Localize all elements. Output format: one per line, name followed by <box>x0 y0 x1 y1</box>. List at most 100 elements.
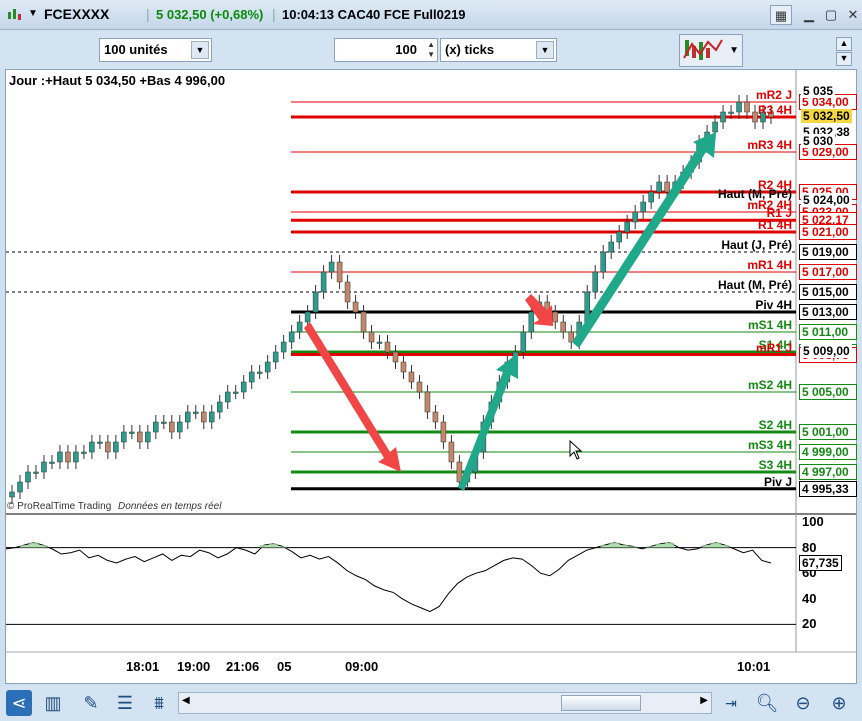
scroll-right-icon[interactable]: ▶ <box>700 695 708 706</box>
candle <box>560 321 567 333</box>
time-label: 19:00 <box>177 659 211 674</box>
zoom-auto-icon[interactable]: 🔍︎ <box>754 690 780 716</box>
candle <box>216 401 223 413</box>
candle <box>384 341 391 353</box>
candle <box>137 431 143 443</box>
symbol-dropdown-icon[interactable]: ▼ <box>28 8 38 19</box>
panel-scroll-down-icon[interactable]: ▼ <box>836 52 852 66</box>
grid-icon[interactable]: ▦ <box>770 5 792 25</box>
ticks-unit-value: (x) ticks <box>445 42 495 57</box>
overbought-fill <box>600 545 610 548</box>
scroll-thumb[interactable] <box>561 695 641 711</box>
candle <box>552 311 559 323</box>
time-label: 09:00 <box>345 659 379 674</box>
axis-price-label: 5 009,00 <box>801 344 852 358</box>
level-label: Piv 4H <box>755 298 792 312</box>
level-price-badge: 5 015,00 <box>799 284 857 300</box>
candle <box>272 351 279 363</box>
candle <box>129 431 135 434</box>
candle <box>33 471 39 474</box>
time-label: 21:06 <box>226 659 260 674</box>
overbought-fill <box>720 545 730 548</box>
chart-window: Jour :+Haut 5 034,50 +Bas 4 996,00 © Pro… <box>5 69 857 684</box>
indicator-tools-button[interactable]: ▼ <box>679 34 743 67</box>
candle <box>408 371 415 383</box>
toolbar: 100 unités ▼ 100 ▲ ▼ (x) ticks ▼ ▼ ▲ ▼ <box>0 31 862 69</box>
level-label: mR3 4H <box>747 138 792 152</box>
candle <box>632 211 638 223</box>
chevron-down-icon[interactable]: ▼ <box>536 41 554 59</box>
candle <box>280 341 287 353</box>
level-price-badge: 4 995,33 <box>799 480 857 497</box>
ticks-unit-select[interactable]: (x) ticks ▼ <box>440 38 557 62</box>
candle <box>17 481 23 493</box>
candle <box>113 441 119 453</box>
overbought-fill <box>646 546 656 548</box>
ticks-stepper[interactable]: 100 ▲ ▼ <box>334 38 438 62</box>
layout-icon[interactable]: ▥ <box>40 690 66 716</box>
level-price-badge: 4 999,00 <box>799 444 857 460</box>
close-icon[interactable]: ✕ <box>842 5 862 25</box>
time-label: 10:01 <box>737 659 771 674</box>
price-chart[interactable] <box>5 70 856 683</box>
candle <box>616 231 622 243</box>
level-price-badge: 5 011,00 <box>799 324 857 340</box>
axis-price-label: 5 030 <box>801 134 836 148</box>
level-price-badge: 5 021,00 <box>799 224 857 240</box>
axis-price-label: 5 035 <box>801 84 836 98</box>
level-label: mS3 4H <box>747 438 792 452</box>
level-label: mR1 J <box>755 340 792 355</box>
candle <box>600 251 606 273</box>
horizontal-scrollbar[interactable]: ◀ ▶ <box>178 692 712 714</box>
candle <box>73 451 79 463</box>
minimize-icon[interactable]: ▁ <box>798 5 820 25</box>
axis-price-label: 5 024,00 <box>801 193 852 207</box>
panel-scroll-up-icon[interactable]: ▲ <box>836 37 852 51</box>
source-label: © ProRealTime Trading Données en temps r… <box>7 501 222 512</box>
stepper-arrows-icon[interactable]: ▲ ▼ <box>427 40 435 60</box>
axis-price-label: 5 032,50 <box>801 109 852 123</box>
scroll-left-icon[interactable]: ◀ <box>182 695 190 706</box>
overbought-fill <box>628 546 638 548</box>
indicator-icon[interactable]: ⩩ <box>146 690 172 716</box>
candle <box>424 391 431 413</box>
level-label: R1 4H <box>757 218 792 232</box>
candle <box>240 381 247 393</box>
level-label: Haut (M, Pré) <box>717 278 792 292</box>
candle <box>592 271 598 293</box>
level-price-badge: 5 019,00 <box>799 244 857 260</box>
ticks-value: 100 <box>395 42 417 57</box>
chevron-down-icon[interactable]: ▼ <box>191 41 209 59</box>
candle <box>392 351 399 363</box>
draw-tool-icon[interactable]: ✎ <box>78 690 104 716</box>
candle <box>664 181 670 193</box>
candle <box>728 111 734 114</box>
go-to-end-icon[interactable]: ⇥ <box>718 690 744 716</box>
chevron-down-icon[interactable]: ▼ <box>729 45 739 56</box>
symbol-name[interactable]: FCEXXXX <box>44 6 109 22</box>
candle <box>81 451 87 454</box>
candle <box>312 291 319 313</box>
chart-app-icon <box>8 9 21 20</box>
candle <box>648 191 654 203</box>
candle <box>656 181 662 193</box>
candle <box>65 451 71 463</box>
level-label: S2 4H <box>758 418 792 432</box>
candle <box>368 331 375 343</box>
units-select[interactable]: 100 unités ▼ <box>99 38 212 62</box>
zoom-in-icon[interactable]: ⊕ <box>826 690 852 716</box>
candle <box>105 441 111 453</box>
overbought-fill <box>609 542 619 548</box>
candle <box>288 331 295 343</box>
level-label: S3 4H <box>758 458 792 472</box>
candle <box>712 121 718 133</box>
candle <box>177 421 183 433</box>
maximize-icon[interactable]: ▢ <box>820 5 842 25</box>
session-info: 10:04:13 CAC40 FCE Full0219 <box>282 7 466 22</box>
candle <box>304 311 311 323</box>
share-icon[interactable]: ⋖ <box>6 690 32 716</box>
level-label: Haut (J, Pré) <box>721 238 792 252</box>
zoom-out-icon[interactable]: ⊖ <box>790 690 816 716</box>
candle <box>344 281 351 303</box>
list-icon[interactable]: ☰ <box>112 690 138 716</box>
